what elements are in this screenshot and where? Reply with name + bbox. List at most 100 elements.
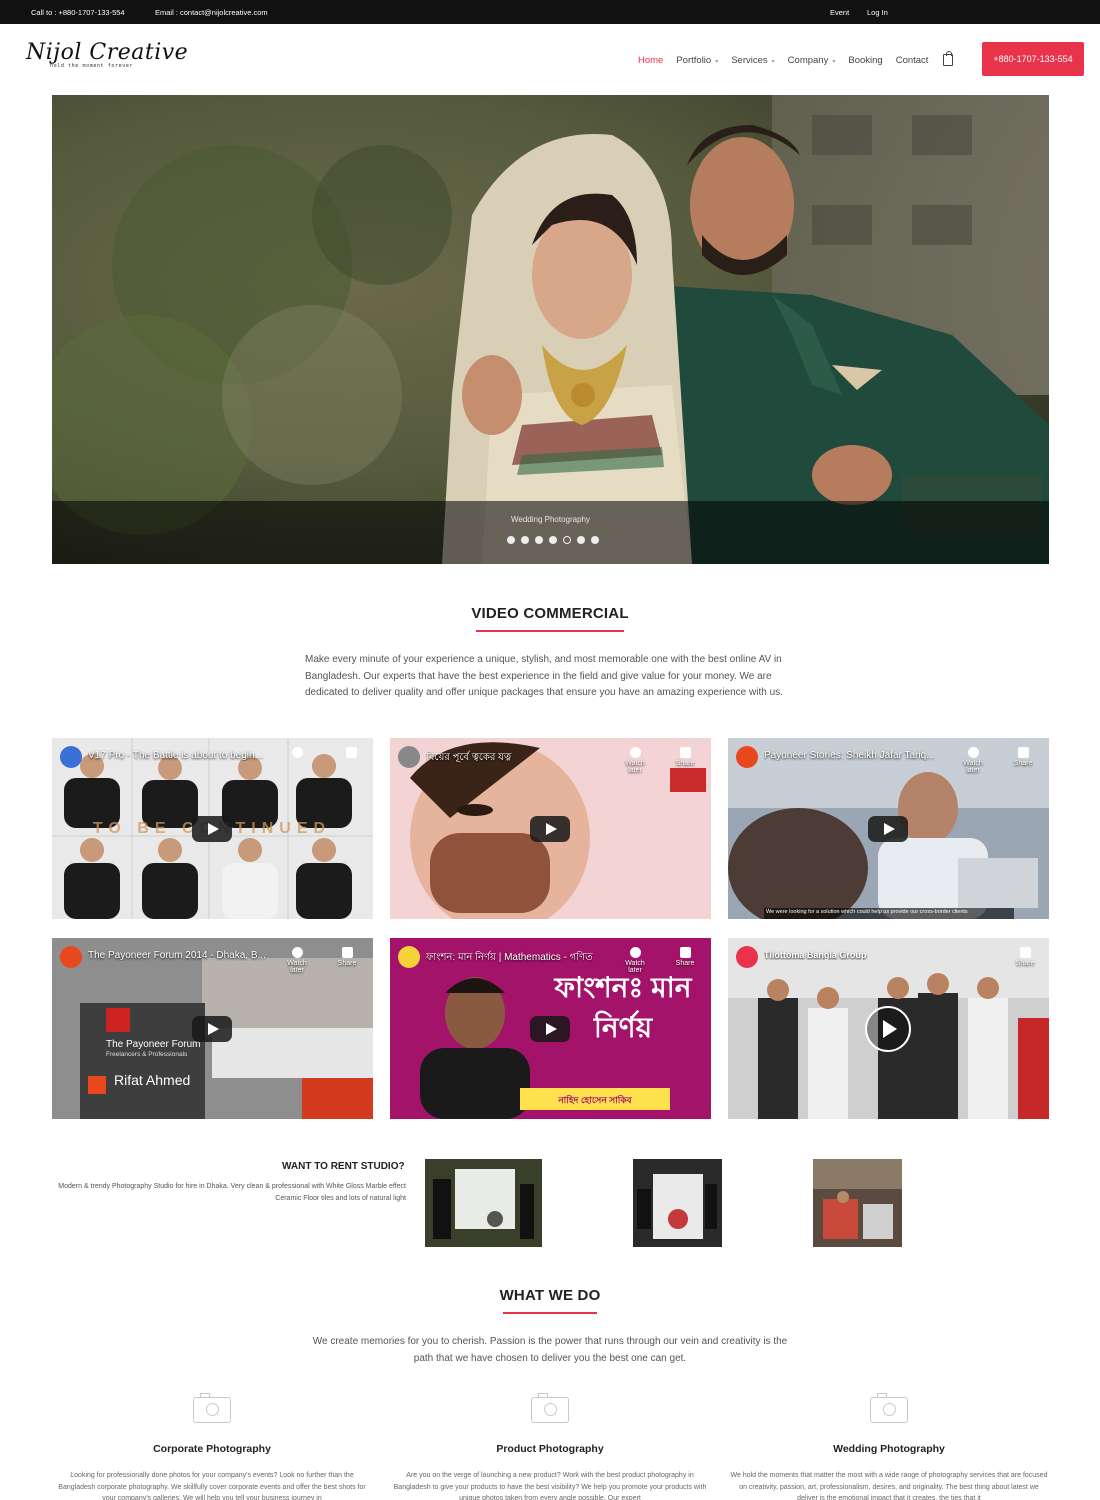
channel-avatar[interactable] bbox=[736, 946, 758, 968]
share-icon bbox=[1019, 947, 1031, 958]
service-title[interactable]: Product Photography bbox=[385, 1443, 715, 1455]
play-icon[interactable] bbox=[192, 1016, 232, 1042]
play-icon[interactable] bbox=[868, 816, 908, 842]
nav-home-label: Home bbox=[638, 54, 664, 66]
video-title[interactable]: V17 Pro - The Battle is about to begin..… bbox=[88, 750, 288, 761]
watch-later-label: Watch later bbox=[963, 760, 983, 774]
video-commercial-title: VIDEO COMMERCIAL bbox=[471, 605, 629, 622]
play-icon[interactable] bbox=[865, 1006, 911, 1052]
share-button[interactable]: Share bbox=[1008, 947, 1042, 967]
service-description: Are you on the verge of launching a new … bbox=[393, 1472, 707, 1500]
service-card: Product Photography Are you on the verge… bbox=[385, 1393, 715, 1500]
camera-icon bbox=[870, 1393, 908, 1423]
share-button[interactable]: Share bbox=[668, 947, 702, 967]
main-nav: Home Portfolio ▾ Services ▾ Company ▾ Booki… bbox=[638, 51, 968, 66]
service-title[interactable]: Corporate Photography bbox=[47, 1443, 377, 1455]
clock-icon bbox=[629, 947, 641, 958]
studio-image[interactable] bbox=[633, 1159, 722, 1247]
watch-later-button[interactable]: Watch later bbox=[618, 747, 652, 774]
video-card[interactable]: The Payoneer Forum Freelancers & Profess… bbox=[52, 938, 373, 1119]
watch-later-label: Watch later bbox=[625, 760, 645, 774]
share-button[interactable]: Share bbox=[668, 747, 702, 767]
video-card[interactable]: ফাংশনঃ মান নির্ণয় নাহিদ হোসেন সাকিব ফাং… bbox=[390, 938, 711, 1119]
video-card[interactable]: Tilottoma Bangla Group Share bbox=[728, 938, 1049, 1119]
hero-image bbox=[52, 95, 1049, 564]
nav-portfolio[interactable]: Portfolio ▾ bbox=[676, 55, 718, 66]
chevron-down-icon: ▾ bbox=[715, 58, 719, 65]
topbar-phone[interactable]: Call to : +880-1707-133-554 bbox=[31, 8, 125, 17]
studio-photo bbox=[633, 1159, 722, 1247]
channel-avatar[interactable] bbox=[60, 946, 82, 968]
service-card: Wedding Photography We hold the moments … bbox=[724, 1393, 1054, 1500]
topbar-event-link[interactable]: Event bbox=[830, 8, 849, 17]
watch-later-button[interactable]: Watch later bbox=[280, 947, 314, 974]
service-title[interactable]: Wedding Photography bbox=[724, 1443, 1054, 1455]
brand-logo[interactable]: Nijol Creative hold the moment forever bbox=[26, 40, 188, 69]
call-button[interactable]: +880-1707-133-554 bbox=[982, 42, 1084, 76]
share-label: Share bbox=[675, 760, 695, 767]
channel-avatar[interactable] bbox=[398, 746, 420, 768]
studio-image[interactable] bbox=[425, 1159, 542, 1247]
nav-booking[interactable]: Booking bbox=[848, 55, 882, 66]
slider-dots bbox=[504, 536, 602, 544]
play-icon[interactable] bbox=[192, 816, 232, 842]
title-underline bbox=[476, 630, 624, 632]
what-we-do-intro: We create memories for you to cherish. P… bbox=[312, 1336, 788, 1364]
nav-services[interactable]: Services ▾ bbox=[731, 55, 774, 66]
slider-dot[interactable] bbox=[521, 536, 529, 544]
watch-later-button[interactable]: Watch later bbox=[956, 747, 990, 774]
video-card[interactable]: TO BE CONTINUED V17 Pro - The Battle is … bbox=[52, 738, 373, 919]
share-label: Share bbox=[337, 960, 357, 967]
video-title[interactable]: The Payoneer Forum 2014 - Dhaka, B... bbox=[88, 950, 288, 961]
slider-dot[interactable] bbox=[577, 536, 585, 544]
slider-dot[interactable] bbox=[535, 536, 543, 544]
studio-photo bbox=[425, 1159, 542, 1247]
rent-studio-description: Modern & trendy Photography Studio for h… bbox=[58, 1183, 406, 1202]
slider-dot-active[interactable] bbox=[563, 536, 571, 544]
clock-icon bbox=[291, 747, 303, 758]
nav-home[interactable]: Home bbox=[638, 55, 663, 66]
clock-icon bbox=[629, 747, 641, 758]
clock-icon bbox=[291, 947, 303, 958]
title-underline bbox=[503, 1312, 597, 1314]
play-icon[interactable] bbox=[530, 1016, 570, 1042]
watch-later-label: Watch later bbox=[625, 960, 645, 974]
top-bar: Call to : +880-1707-133-554 Email : cont… bbox=[0, 0, 1100, 24]
shopping-bag-icon[interactable] bbox=[943, 51, 954, 66]
studio-photo bbox=[813, 1159, 902, 1247]
service-description: We hold the moments that matter the most… bbox=[730, 1472, 1048, 1500]
video-commercial-intro: Make every minute of your experience a u… bbox=[305, 654, 783, 698]
watch-later-button[interactable]: Watch later bbox=[618, 947, 652, 974]
studio-image[interactable] bbox=[813, 1159, 902, 1247]
hero-slider[interactable]: Wedding Photography bbox=[52, 95, 1049, 564]
channel-avatar[interactable] bbox=[736, 746, 758, 768]
topbar-login-link[interactable]: Log In bbox=[867, 8, 888, 17]
speaker-name: Rifat Ahmed bbox=[114, 1072, 191, 1088]
share-button[interactable] bbox=[334, 747, 368, 760]
share-icon bbox=[679, 747, 691, 758]
video-title[interactable]: বিয়ের পূর্বে ত্বকের যত্ন bbox=[426, 750, 626, 767]
slider-dot[interactable] bbox=[549, 536, 557, 544]
video-card[interactable]: Payoneer Stories: Sheikh Jafar Tariq... … bbox=[728, 738, 1049, 919]
slider-dot[interactable] bbox=[591, 536, 599, 544]
share-button[interactable]: Share bbox=[330, 947, 364, 967]
video-title[interactable]: Payoneer Stories: Sheikh Jafar Tariq... bbox=[764, 750, 964, 761]
channel-avatar[interactable] bbox=[60, 746, 82, 768]
topbar-email[interactable]: Email : contact@nijolcreative.com bbox=[155, 8, 268, 17]
video-title[interactable]: ফাংশন: মান নির্ণয় | Mathematics - গণিত bbox=[426, 950, 626, 967]
nav-contact[interactable]: Contact bbox=[896, 55, 929, 66]
camera-icon bbox=[193, 1393, 231, 1423]
watch-later-button[interactable] bbox=[280, 747, 314, 760]
video-card[interactable]: বিয়ের পূর্বে ত্বকের যত্ন Watch later Sh… bbox=[390, 738, 711, 919]
share-icon bbox=[341, 947, 353, 958]
play-icon[interactable] bbox=[530, 816, 570, 842]
camera-icon bbox=[531, 1393, 569, 1423]
video-title[interactable]: Tilottoma Bangla Group bbox=[764, 950, 964, 960]
channel-avatar[interactable] bbox=[398, 946, 420, 968]
logo-text: Nijol Creative bbox=[26, 40, 189, 65]
share-button[interactable]: Share bbox=[1006, 747, 1040, 767]
nav-company[interactable]: Company ▾ bbox=[788, 55, 836, 66]
slider-dot[interactable] bbox=[507, 536, 515, 544]
screen-subtext: Freelancers & Professionals bbox=[106, 1051, 188, 1058]
video-banner-text: নাহিদ হোসেন সাকিব bbox=[558, 1095, 632, 1105]
